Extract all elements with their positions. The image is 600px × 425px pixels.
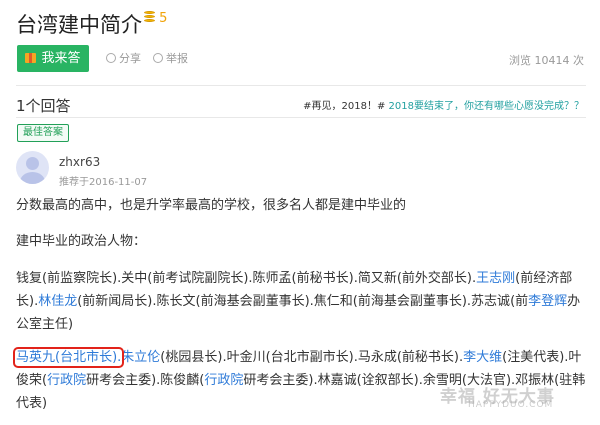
promo-tag: #再见，2018！# [303, 101, 386, 112]
reward-amount: 5 [159, 11, 168, 26]
avatar[interactable] [16, 151, 49, 184]
text-span: (前新闻局长).陈长文(前海基会副董事长).焦仁和(前海基会副董事长).苏志诚(… [77, 294, 529, 309]
answer-button-label: 我来答 [41, 51, 81, 66]
coin-stack-icon [144, 11, 155, 24]
view-count: 浏览 10414 次 [509, 54, 584, 67]
report-icon [153, 53, 163, 63]
highlighted-ma-yingjiu[interactable]: 马英九(台北市长). [12, 347, 125, 368]
gift-icon [25, 53, 37, 63]
answer-count: 1个回答 [16, 97, 71, 115]
reward-badge: 5 [144, 11, 167, 26]
link-executive-yuan[interactable]: 行政院 [47, 373, 86, 388]
username[interactable]: zhxr63 [59, 155, 100, 169]
report-button[interactable]: 举报 [153, 50, 188, 66]
link-wang-zhigang[interactable]: 王志刚 [476, 271, 515, 286]
recommended-date: 推荐于2016-11-07 [59, 177, 148, 188]
answer-paragraph-3: 钱复(前监察院长).关中(前考试院副院长).陈师孟(前秘书长).简又新(前外交部… [16, 267, 588, 336]
report-label: 举报 [166, 52, 188, 65]
answer-paragraph-1: 分数最高的高中，也是升学率最高的学校，很多名人都是建中毕业的 [16, 198, 407, 213]
link-zhu-lilun[interactable]: 朱立伦 [121, 350, 160, 365]
text-span: (桃园县长).叶金川(台北市副市长).马永成(前秘书长). [160, 350, 464, 365]
text-span: 研考会主委).陈俊麟( [86, 373, 205, 388]
share-icon [106, 53, 116, 63]
answer-button[interactable]: 我来答 [17, 45, 89, 72]
link-executive-yuan[interactable]: 行政院 [204, 373, 243, 388]
link-lin-jialong[interactable]: 林佳龙 [38, 294, 77, 309]
question-title: 台湾建中简介 [16, 13, 142, 37]
divider [16, 85, 586, 86]
link-li-denghui[interactable]: 李登辉 [528, 294, 567, 309]
promo-link[interactable]: 2018要结束了，你还有哪些心愿没完成？？ [389, 101, 584, 112]
divider [16, 117, 586, 118]
promo-banner[interactable]: #再见，2018！# 2018要结束了，你还有哪些心愿没完成？？ [303, 97, 584, 112]
link-li-dawei[interactable]: 李大维 [463, 350, 502, 365]
best-answer-badge: 最佳答案 [17, 124, 69, 142]
watermark-url: HAPPYDUO.COM [468, 400, 554, 410]
share-button[interactable]: 分享 [106, 50, 141, 66]
text-span: 钱复(前监察院长).关中(前考试院副院长).陈师孟(前秘书长).简又新(前外交部… [16, 271, 477, 286]
share-label: 分享 [119, 52, 141, 65]
answer-paragraph-2: 建中毕业的政治人物： [16, 234, 147, 249]
